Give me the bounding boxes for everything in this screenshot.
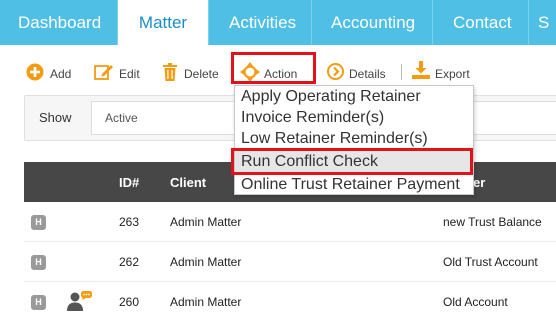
top-navigation: Dashboard Matter Activities Accounting C… [0, 0, 556, 45]
nav-divider [432, 0, 433, 45]
column-header-matter[interactable]: er [473, 175, 485, 190]
nav-divider [311, 0, 312, 45]
menu-item-online-trust-retainer-payment[interactable]: Online Trust Retainer Payment [235, 174, 473, 195]
add-label: Add [50, 67, 72, 81]
toolbar-divider [401, 64, 402, 80]
nav-divider [528, 0, 529, 45]
edit-icon [94, 65, 113, 80]
column-header-client[interactable]: Client [170, 175, 206, 190]
export-label: Export [435, 67, 470, 81]
column-header-id[interactable]: ID# [119, 175, 139, 190]
delete-label: Delete [184, 67, 219, 81]
conflict-check-highlight-box [231, 148, 473, 175]
action-dropdown-menu: Apply Operating Retainer Invoice Reminde… [234, 85, 474, 195]
tab-contact[interactable]: Contact [453, 0, 512, 45]
h-badge: H [31, 295, 46, 310]
table-row[interactable]: H 260 Admin Matter Old Account [24, 282, 556, 321]
contact-message-icon[interactable] [66, 290, 94, 312]
row-matter: Old Account [443, 295, 508, 309]
row-client: Admin Matter [170, 295, 242, 309]
h-badge: H [31, 215, 46, 230]
menu-item-low-retainer-reminders[interactable]: Low Retainer Reminder(s) [235, 128, 473, 149]
plus-circle-icon [26, 63, 44, 81]
tab-matter[interactable]: Matter [118, 0, 208, 45]
row-id: 260 [119, 295, 140, 309]
details-label: Details [349, 67, 386, 81]
h-badge: H [31, 255, 46, 270]
edit-label: Edit [119, 67, 140, 81]
tab-partial[interactable]: S [538, 0, 549, 45]
tab-activities[interactable]: Activities [229, 0, 296, 45]
table-row[interactable]: H 263 Admin Matter new Trust Balance [24, 202, 556, 242]
download-icon [412, 61, 430, 79]
table-row[interactable]: H 262 Admin Matter Old Trust Account [24, 242, 556, 282]
row-client: Admin Matter [170, 255, 242, 269]
row-id: 263 [119, 215, 140, 229]
row-matter: Old Trust Account [443, 255, 538, 269]
menu-item-apply-operating-retainer[interactable]: Apply Operating Retainer [235, 86, 473, 107]
row-client: Admin Matter [170, 215, 242, 229]
action-highlight-box [231, 52, 316, 84]
show-label: Show [39, 110, 72, 125]
row-id: 262 [119, 255, 140, 269]
tab-dashboard[interactable]: Dashboard [18, 0, 101, 45]
trash-icon [163, 63, 177, 81]
arrow-circle-right-icon [327, 63, 344, 80]
row-matter: new Trust Balance [443, 215, 542, 229]
tab-accounting[interactable]: Accounting [331, 0, 415, 45]
menu-item-invoice-reminders[interactable]: Invoice Reminder(s) [235, 107, 473, 128]
nav-divider [208, 0, 209, 45]
